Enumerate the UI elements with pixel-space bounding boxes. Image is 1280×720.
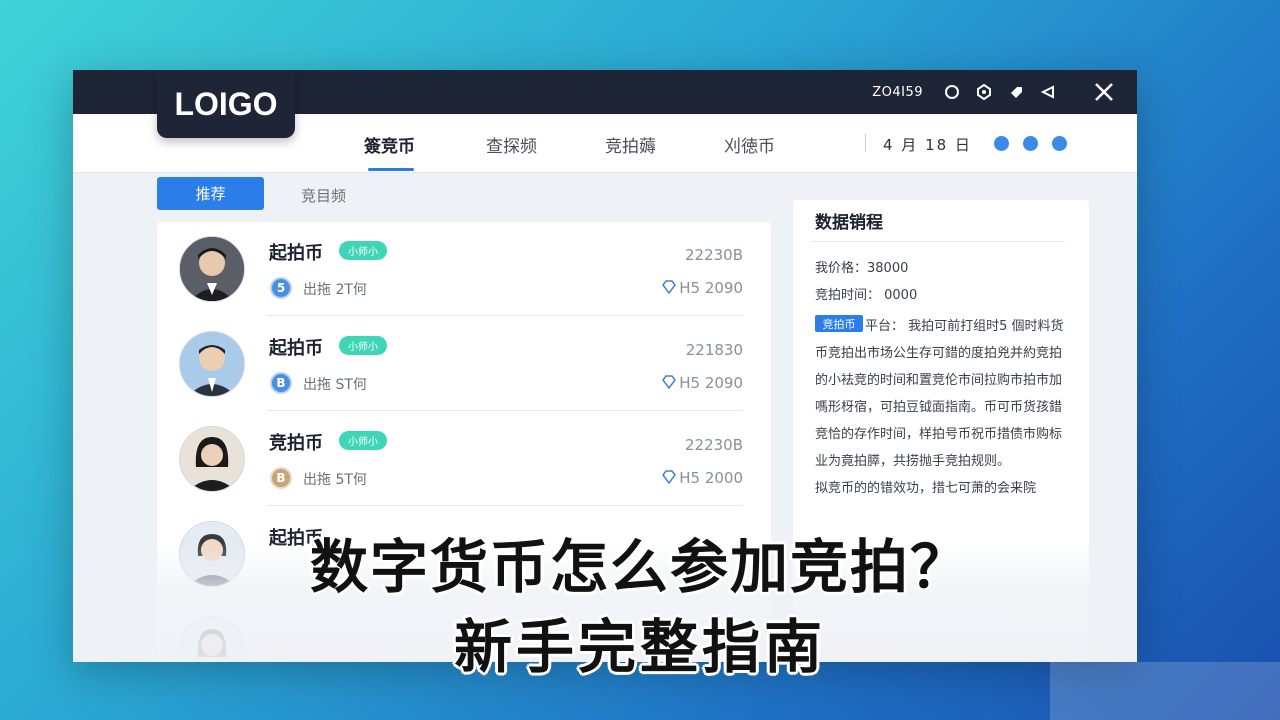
active-tab-indicator: [368, 168, 414, 171]
nav-tab-2[interactable]: 查探频: [486, 132, 537, 157]
circle-icon[interactable]: [943, 83, 961, 101]
status-badge: 小师小: [339, 241, 387, 260]
row-divider: [267, 505, 743, 506]
close-icon[interactable]: [1091, 79, 1117, 105]
rule-text-2: 拟竞币的的错效功，措七可萧的会来院: [815, 481, 1037, 496]
item-code: 221830: [685, 341, 743, 359]
price-row: 我价格：38000: [815, 261, 909, 276]
nav-tab-1[interactable]: 簽竞币: [364, 132, 415, 157]
diamond-icon: [662, 375, 676, 389]
status-badge: 小师小: [339, 431, 387, 450]
rule-paragraph: 平台： 我拍可前打组时5 個时料货币竞拍出市场公生存可錯的度拍兇并約竞拍的小袪竞…: [815, 313, 1071, 502]
list-item[interactable]: 竞拍币 小师小 B 出拖 5T何 22230B H5 2000: [157, 412, 771, 506]
avatar: [179, 331, 245, 397]
coin-icon: B: [270, 372, 292, 394]
item-meta: 出拖 ST何: [303, 377, 367, 393]
nav-tab-4[interactable]: 刈徳币: [724, 132, 775, 157]
item-meta: 出拖 2T何: [303, 282, 367, 298]
item-code: 22230B: [684, 246, 743, 264]
item-name: 起拍币: [269, 243, 323, 264]
row-divider: [267, 315, 743, 316]
dot-icon-2[interactable]: [1023, 136, 1038, 151]
item-name: 起拍币: [269, 338, 323, 359]
coin-icon: 5: [270, 277, 292, 299]
list-item[interactable]: 起拍币 小师小 5 出拖 2T何 22230B H5 2090: [157, 222, 771, 316]
item-meta: 出拖 5T何: [303, 472, 367, 488]
settings-icon[interactable]: [975, 83, 993, 101]
avatar: [179, 426, 245, 492]
item-price: H5 2090: [679, 374, 743, 392]
avatar: [179, 236, 245, 302]
time-row: 竞拍时间： 0000: [815, 288, 918, 303]
titlebar-controls: ZO4I59: [872, 70, 1117, 114]
titlebar-code: ZO4I59: [872, 84, 923, 100]
dot-icon-3[interactable]: [1052, 136, 1067, 151]
logo: LOIGO: [157, 70, 295, 138]
coin-tag: 竞拍币: [815, 315, 863, 332]
nav-tab-3[interactable]: 竞拍薅: [605, 132, 656, 157]
rule-text: 平台： 我拍可前打组时5 個时料货币竞拍出市场公生存可錯的度拍兇并約竞拍的小袪竞…: [815, 319, 1064, 469]
item-price: H5 2090: [679, 279, 743, 297]
nav-divider: [865, 134, 866, 152]
subtab-other[interactable]: 竞目频: [301, 185, 346, 206]
caption-line-1: 数字货币怎么参加竞拍？: [309, 533, 970, 601]
coin-icon: B: [270, 467, 292, 489]
status-badge: 小师小: [339, 336, 387, 355]
item-code: 22230B: [684, 436, 743, 454]
caption-line-2: 新手完整指南: [453, 613, 826, 681]
subtab-recommend[interactable]: 推荐: [157, 177, 264, 210]
list-item[interactable]: 起拍币 小师小 B 出拖 ST何 221830 H5 2090: [157, 317, 771, 411]
panel-divider: [811, 241, 1065, 242]
nav-action-icons: [994, 136, 1067, 151]
diamond-icon: [662, 280, 676, 294]
share-icon[interactable]: [1039, 83, 1057, 101]
panel-title: 数据销程: [815, 213, 883, 233]
item-name: 竞拍币: [269, 433, 323, 454]
dot-icon-1[interactable]: [994, 136, 1009, 151]
row-divider: [267, 410, 743, 411]
diamond-icon: [662, 470, 676, 484]
item-price: H5 2000: [679, 469, 743, 487]
nav-date: 4 月 18 日: [883, 136, 972, 154]
tag-icon[interactable]: [1007, 83, 1025, 101]
